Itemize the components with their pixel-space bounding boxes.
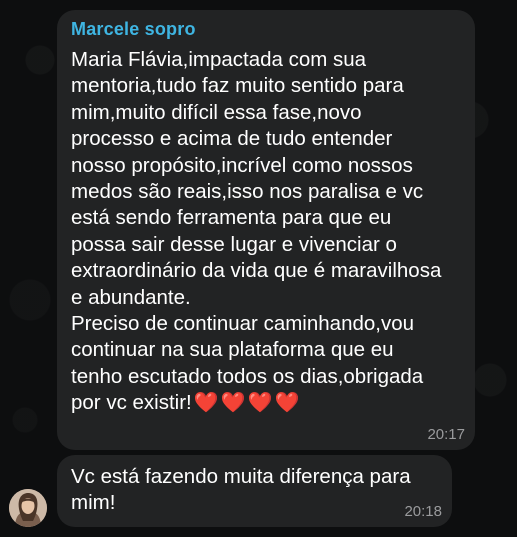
message-text: Maria Flávia,impactada com sua mentoria,… xyxy=(71,47,471,417)
avatar[interactable] xyxy=(9,489,47,527)
message-bubble[interactable]: Vc está fazendo muita diferença para mim… xyxy=(57,455,452,527)
heart-emoji-icon: ❤️❤️❤️❤️ xyxy=(193,392,302,415)
sender-name[interactable]: Marcele sopro xyxy=(71,19,196,40)
avatar-photo-icon xyxy=(9,489,47,527)
message-bubble[interactable]: Marcele sopro Maria Flávia,impactada com… xyxy=(57,10,475,450)
message-timestamp: 20:17 xyxy=(427,426,465,443)
message-text: Vc está fazendo muita diferença para mim… xyxy=(71,465,411,515)
message-timestamp: 20:18 xyxy=(404,503,442,520)
message-body: Maria Flávia,impactada com sua mentoria,… xyxy=(71,48,442,415)
